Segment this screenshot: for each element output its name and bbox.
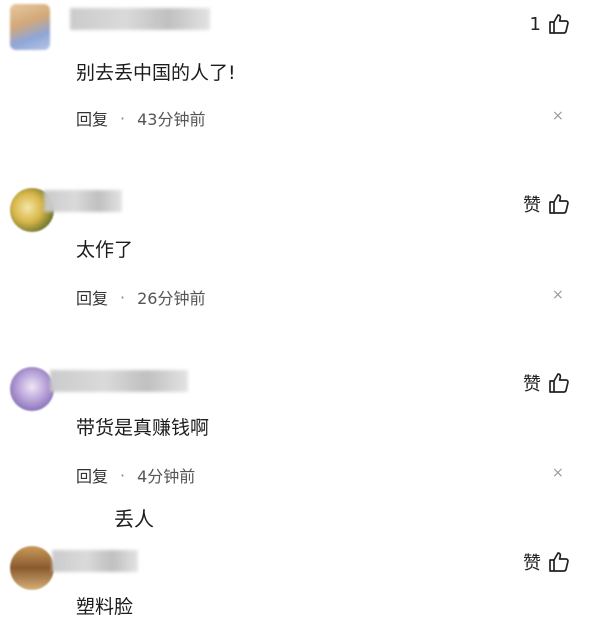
thumbs-up-icon [549, 552, 569, 572]
reply-preview-text[interactable]: 丢人 [114, 503, 154, 532]
comment-meta: 回复 · 43分钟前 [76, 106, 205, 130]
close-icon[interactable]: × [552, 287, 564, 303]
like-count: 1 [529, 13, 541, 35]
avatar[interactable] [10, 546, 54, 590]
separator-dot: · [120, 465, 126, 485]
like-label: 赞 [523, 195, 541, 216]
like-label: 赞 [523, 553, 541, 574]
comment-text: 塑料脸 [76, 596, 134, 618]
comment-meta: 回复 · 4分钟前 [76, 463, 195, 487]
comment-text: 太作了 [76, 239, 134, 261]
thumbs-up-icon [549, 14, 569, 34]
separator-dot: · [120, 287, 126, 307]
username-blurred [50, 370, 188, 392]
comment-meta: 回复 · 26分钟前 [76, 285, 205, 309]
comment-text: 带货是真赚钱啊 [76, 417, 210, 439]
like-button[interactable]: 1 [530, 12, 571, 36]
reply-button[interactable]: 回复 [76, 106, 108, 130]
username-blurred [44, 190, 122, 212]
username-blurred [70, 8, 210, 30]
reply-button[interactable]: 回复 [76, 463, 108, 487]
timestamp: 43分钟前 [137, 110, 206, 129]
close-icon[interactable]: × [552, 108, 564, 124]
comment-text: 别去丢中国的人了! [76, 62, 236, 84]
username-blurred [52, 550, 138, 572]
timestamp: 26分钟前 [137, 289, 206, 308]
thumbs-up-icon [549, 373, 569, 393]
like-button[interactable]: 赞 [523, 191, 571, 217]
close-icon[interactable]: × [552, 465, 564, 481]
like-label: 赞 [523, 374, 541, 395]
timestamp: 4分钟前 [137, 467, 196, 486]
thumbs-up-icon [549, 194, 569, 214]
like-button[interactable]: 赞 [523, 370, 571, 396]
avatar[interactable] [10, 367, 54, 411]
reply-button[interactable]: 回复 [76, 285, 108, 309]
separator-dot: · [120, 108, 126, 128]
like-button[interactable]: 赞 [523, 549, 571, 575]
avatar[interactable] [10, 4, 50, 50]
